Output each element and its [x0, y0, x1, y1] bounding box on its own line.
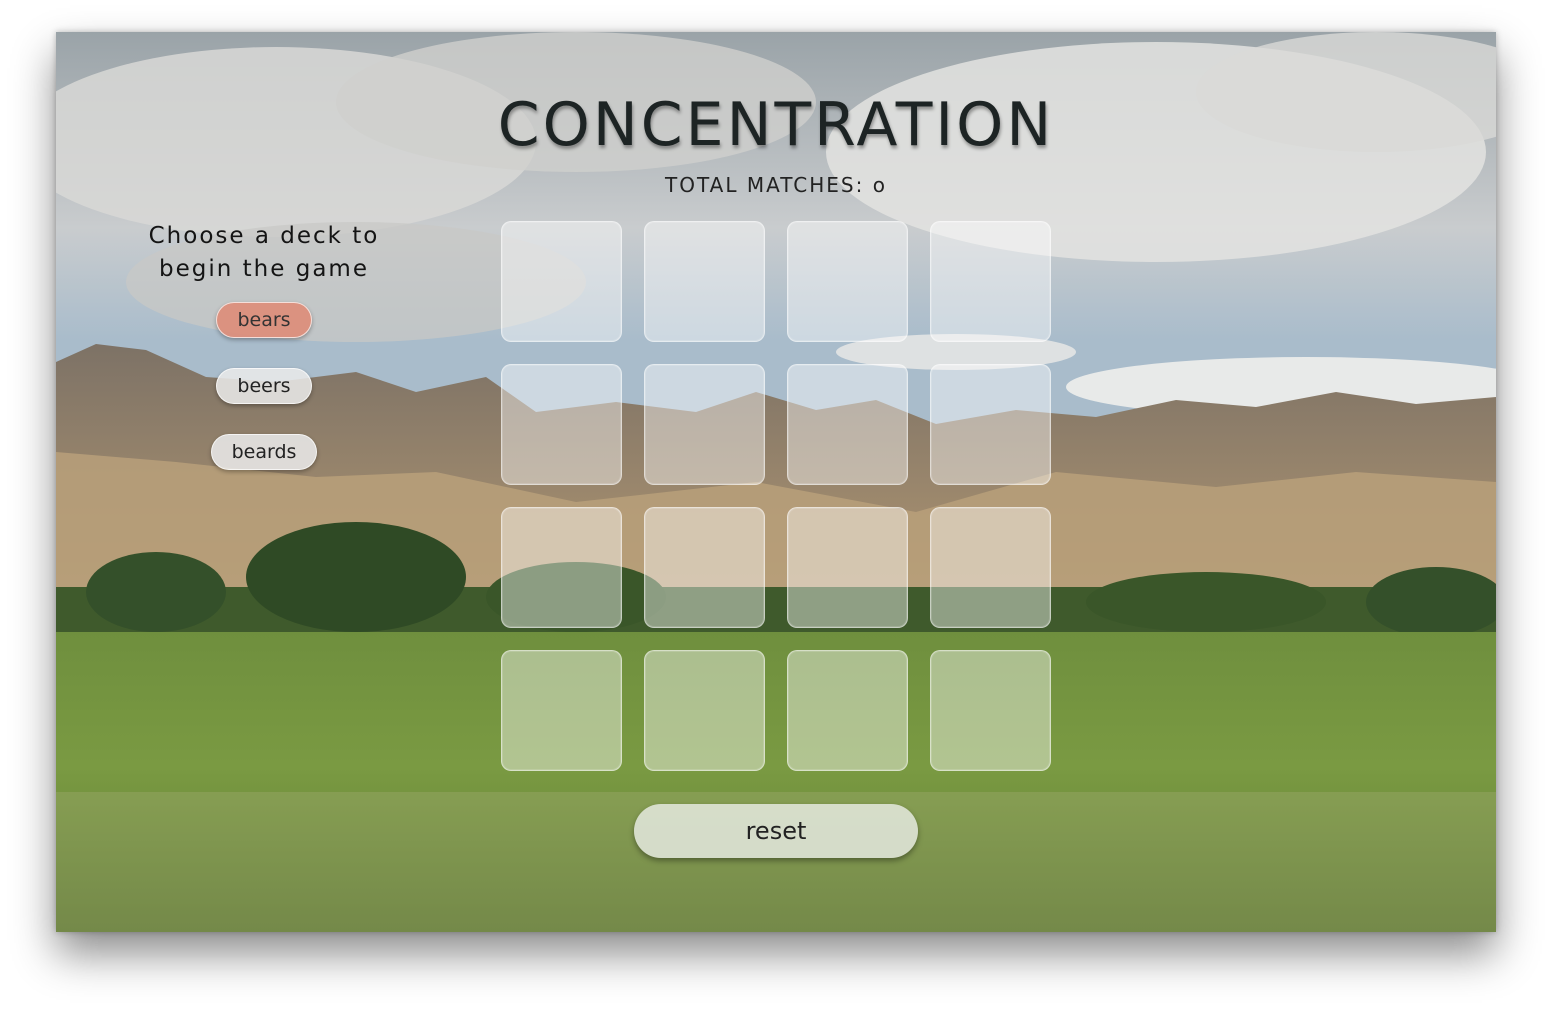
game-title: CONCENTRATION — [497, 90, 1055, 160]
card-r2-c1[interactable] — [501, 364, 622, 485]
card-r3-c3[interactable] — [787, 507, 908, 628]
card-r1-c3[interactable] — [787, 221, 908, 342]
card-r2-c3[interactable] — [787, 364, 908, 485]
card-r4-c1[interactable] — [501, 650, 622, 771]
deck-prompt-line-2: begin the game — [159, 256, 369, 282]
deck-button-beards[interactable]: beards — [210, 434, 318, 470]
deck-chooser: Choose a deck to begin the game bears be… — [126, 220, 402, 500]
card-r2-c2[interactable] — [644, 364, 765, 485]
game-window: CONCENTRATION TOTAL MATCHES: o Choose a … — [56, 32, 1496, 932]
card-r4-c4[interactable] — [930, 650, 1051, 771]
card-grid — [501, 221, 1051, 771]
card-r3-c2[interactable] — [644, 507, 765, 628]
card-r1-c2[interactable] — [644, 221, 765, 342]
reset-button[interactable]: reset — [634, 804, 918, 858]
card-r4-c2[interactable] — [644, 650, 765, 771]
card-r3-c4[interactable] — [930, 507, 1051, 628]
card-r3-c1[interactable] — [501, 507, 622, 628]
card-r4-c3[interactable] — [787, 650, 908, 771]
deck-prompt: Choose a deck to begin the game — [126, 220, 402, 286]
deck-button-beers[interactable]: beers — [216, 368, 312, 404]
card-r1-c4[interactable] — [930, 221, 1051, 342]
deck-button-bears[interactable]: bears — [216, 302, 312, 338]
total-matches-counter: TOTAL MATCHES: o — [665, 173, 887, 197]
card-r2-c4[interactable] — [930, 364, 1051, 485]
card-r1-c1[interactable] — [501, 221, 622, 342]
deck-prompt-line-1: Choose a deck to — [148, 223, 380, 249]
